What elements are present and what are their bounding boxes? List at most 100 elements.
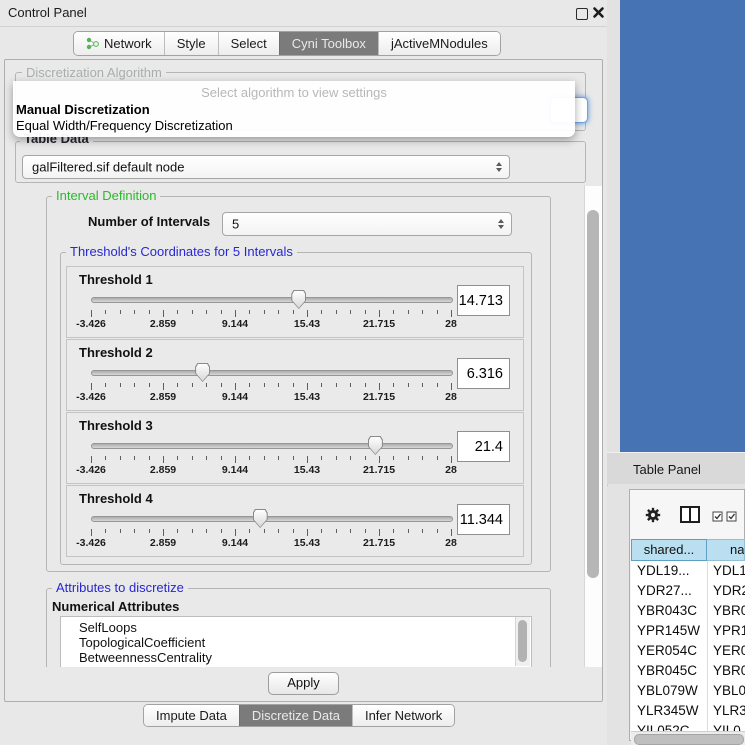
table-row[interactable]: YLR345WYLR3 xyxy=(631,701,745,721)
dropdown-hint: Select algorithm to view settings xyxy=(13,85,575,100)
table-panel-title: Table Panel xyxy=(633,462,701,477)
threshold-panel-3: Threshold 3-3.4262.8599.14415.4321.71528… xyxy=(66,412,524,484)
screen: Control Panel Network Style Select Cyni Too… xyxy=(0,0,745,745)
tab-discretize-data[interactable]: Discretize Data xyxy=(239,705,352,726)
cell-shared-name[interactable]: YLR345W xyxy=(631,701,707,721)
table-row[interactable]: YDL19...YDL1 xyxy=(631,561,745,581)
cell-shared-name[interactable]: YDR27... xyxy=(631,581,707,601)
tab-jactivemnodules[interactable]: jActiveMNodules xyxy=(378,32,500,55)
threshold-panel-4: Threshold 4-3.4262.8599.14415.4321.71528… xyxy=(66,485,524,557)
slider-ticks xyxy=(91,456,451,464)
number-of-intervals-combobox[interactable]: 5 xyxy=(222,212,512,236)
attribute-list-item[interactable]: SelfLoops xyxy=(79,620,137,635)
attributes-list-scrollbar-thumb[interactable] xyxy=(518,620,527,662)
table-panel-window: shared... na YDL19...YDL1YDR27...YDR2YBR… xyxy=(608,484,745,745)
cell-shared-name[interactable]: YBR043C xyxy=(631,601,707,621)
cell-shared-name[interactable]: YBL079W xyxy=(631,681,707,701)
table-horizontal-scrollbar-thumb[interactable] xyxy=(634,734,744,745)
columns-icon[interactable] xyxy=(680,506,700,528)
tab-label: Style xyxy=(177,32,206,55)
threshold-value-field[interactable]: 11.344 xyxy=(457,504,510,535)
cell-name[interactable]: YDR2 xyxy=(707,581,745,601)
table-row[interactable]: YIL052CYIL0 xyxy=(631,721,745,731)
cell-name[interactable]: YIL0 xyxy=(707,721,745,731)
control-panel-title: Control Panel xyxy=(8,5,87,20)
threshold-panel-1: Threshold 1-3.4262.8599.14415.4321.71528… xyxy=(66,266,524,338)
table-panel-titlebar: Table Panel xyxy=(607,452,745,486)
slider-handle[interactable] xyxy=(253,509,268,528)
table-data-combobox[interactable]: galFiltered.sif default node xyxy=(22,155,510,179)
numerical-attributes-list[interactable]: SelfLoopsTopologicalCoefficientBetweenne… xyxy=(60,616,532,667)
tab-select[interactable]: Select xyxy=(218,32,279,55)
cell-name[interactable]: YPR1 xyxy=(707,621,745,641)
cell-shared-name[interactable]: YER054C xyxy=(631,641,707,661)
threshold-value-field[interactable]: 6.316 xyxy=(457,358,510,389)
algorithm-dropdown-popup: Select algorithm to view settings Manual… xyxy=(13,81,575,137)
panel-scrollbar-thumb[interactable] xyxy=(587,210,599,578)
network-window: GAL80GACGAL11GAL4GCY1HHAP2 xyxy=(620,0,745,452)
slider-tick-labels: -3.4262.8599.14415.4321.71528 xyxy=(91,464,451,476)
slider-track[interactable] xyxy=(91,443,453,449)
slider-handle[interactable] xyxy=(368,436,383,455)
cell-name[interactable]: YBR0 xyxy=(707,661,745,681)
slider-track[interactable] xyxy=(91,516,453,522)
attribute-list-item[interactable]: BetweennessCentrality xyxy=(79,650,212,665)
checked-checkbox-icon[interactable] xyxy=(726,509,737,527)
checked-checkbox-icon[interactable] xyxy=(712,509,723,527)
apply-button[interactable]: Apply xyxy=(268,672,339,695)
tab-label: Infer Network xyxy=(365,705,442,726)
cell-name[interactable]: YBL0 xyxy=(707,681,745,701)
tab-impute-data[interactable]: Impute Data xyxy=(144,705,239,726)
dropdown-option-manual-discretization[interactable]: Manual Discretization xyxy=(16,102,150,117)
table-row[interactable]: YER054CYER0 xyxy=(631,641,745,661)
tab-label: jActiveMNodules xyxy=(391,32,488,55)
tab-style[interactable]: Style xyxy=(164,32,218,55)
tab-label: Cyni Toolbox xyxy=(292,32,366,55)
discretization-algorithm-group-title: Discretization Algorithm xyxy=(22,66,166,80)
cell-shared-name[interactable]: YBR045C xyxy=(631,661,707,681)
float-window-icon[interactable] xyxy=(576,8,588,20)
slider-track[interactable] xyxy=(91,370,453,376)
tab-network[interactable]: Network xyxy=(74,32,164,55)
column-header-shared-name[interactable]: shared... xyxy=(631,539,707,561)
thresholds-group-title: Threshold's Coordinates for 5 Intervals xyxy=(66,245,297,259)
table-row[interactable]: YDR27...YDR2 xyxy=(631,581,745,601)
tab-cyni-toolbox[interactable]: Cyni Toolbox xyxy=(279,32,378,55)
attributes-group-title: Attributes to discretize xyxy=(52,581,188,595)
dropdown-option-equal-width-frequency[interactable]: Equal Width/Frequency Discretization xyxy=(16,118,233,133)
cell-name[interactable]: YBR0 xyxy=(707,601,745,621)
table-row[interactable]: YBL079WYBL0 xyxy=(631,681,745,701)
cell-shared-name[interactable]: YDL19... xyxy=(631,561,707,581)
number-of-intervals-label: Number of Intervals xyxy=(88,214,210,229)
table-row[interactable]: YBR045CYBR0 xyxy=(631,661,745,681)
threshold-value-field[interactable]: 14.713 xyxy=(457,285,510,316)
gear-icon[interactable] xyxy=(644,506,662,529)
column-header-name[interactable]: na xyxy=(707,539,745,561)
table-horizontal-scrollbar[interactable] xyxy=(631,731,745,745)
threshold-panel-2: Threshold 2-3.4262.8599.14415.4321.71528… xyxy=(66,339,524,411)
settings-scroll-viewport: Interval Definition Number of Intervals … xyxy=(10,186,583,667)
slider-ticks xyxy=(91,310,451,318)
control-panel: Control Panel Network Style Select Cyni Too… xyxy=(0,0,607,745)
table-data-combobox-value: galFiltered.sif default node xyxy=(32,160,184,175)
table-row[interactable]: YPR145WYPR1 xyxy=(631,621,745,641)
threshold-label: Threshold 4 xyxy=(79,491,153,506)
top-tab-bar: Network Style Select Cyni Toolbox jActiveMNo… xyxy=(73,31,501,56)
threshold-label: Threshold 1 xyxy=(79,272,153,287)
cell-shared-name[interactable]: YIL052C xyxy=(631,721,707,731)
cell-shared-name[interactable]: YPR145W xyxy=(631,621,707,641)
cell-name[interactable]: YER0 xyxy=(707,641,745,661)
attribute-list-item[interactable]: TopologicalCoefficient xyxy=(79,635,205,650)
cell-name[interactable]: YDL1 xyxy=(707,561,745,581)
tab-infer-network[interactable]: Infer Network xyxy=(352,705,454,726)
close-icon[interactable] xyxy=(592,6,605,24)
slider-track[interactable] xyxy=(91,297,453,303)
slider-handle[interactable] xyxy=(195,363,210,382)
combobox-stepper-icon xyxy=(498,219,504,229)
close-x-glyph xyxy=(592,6,605,19)
threshold-value-field[interactable]: 21.4 xyxy=(457,431,510,462)
network-icon xyxy=(86,37,99,50)
slider-handle[interactable] xyxy=(291,290,306,309)
cell-name[interactable]: YLR3 xyxy=(707,701,745,721)
table-row[interactable]: YBR043CYBR0 xyxy=(631,601,745,621)
